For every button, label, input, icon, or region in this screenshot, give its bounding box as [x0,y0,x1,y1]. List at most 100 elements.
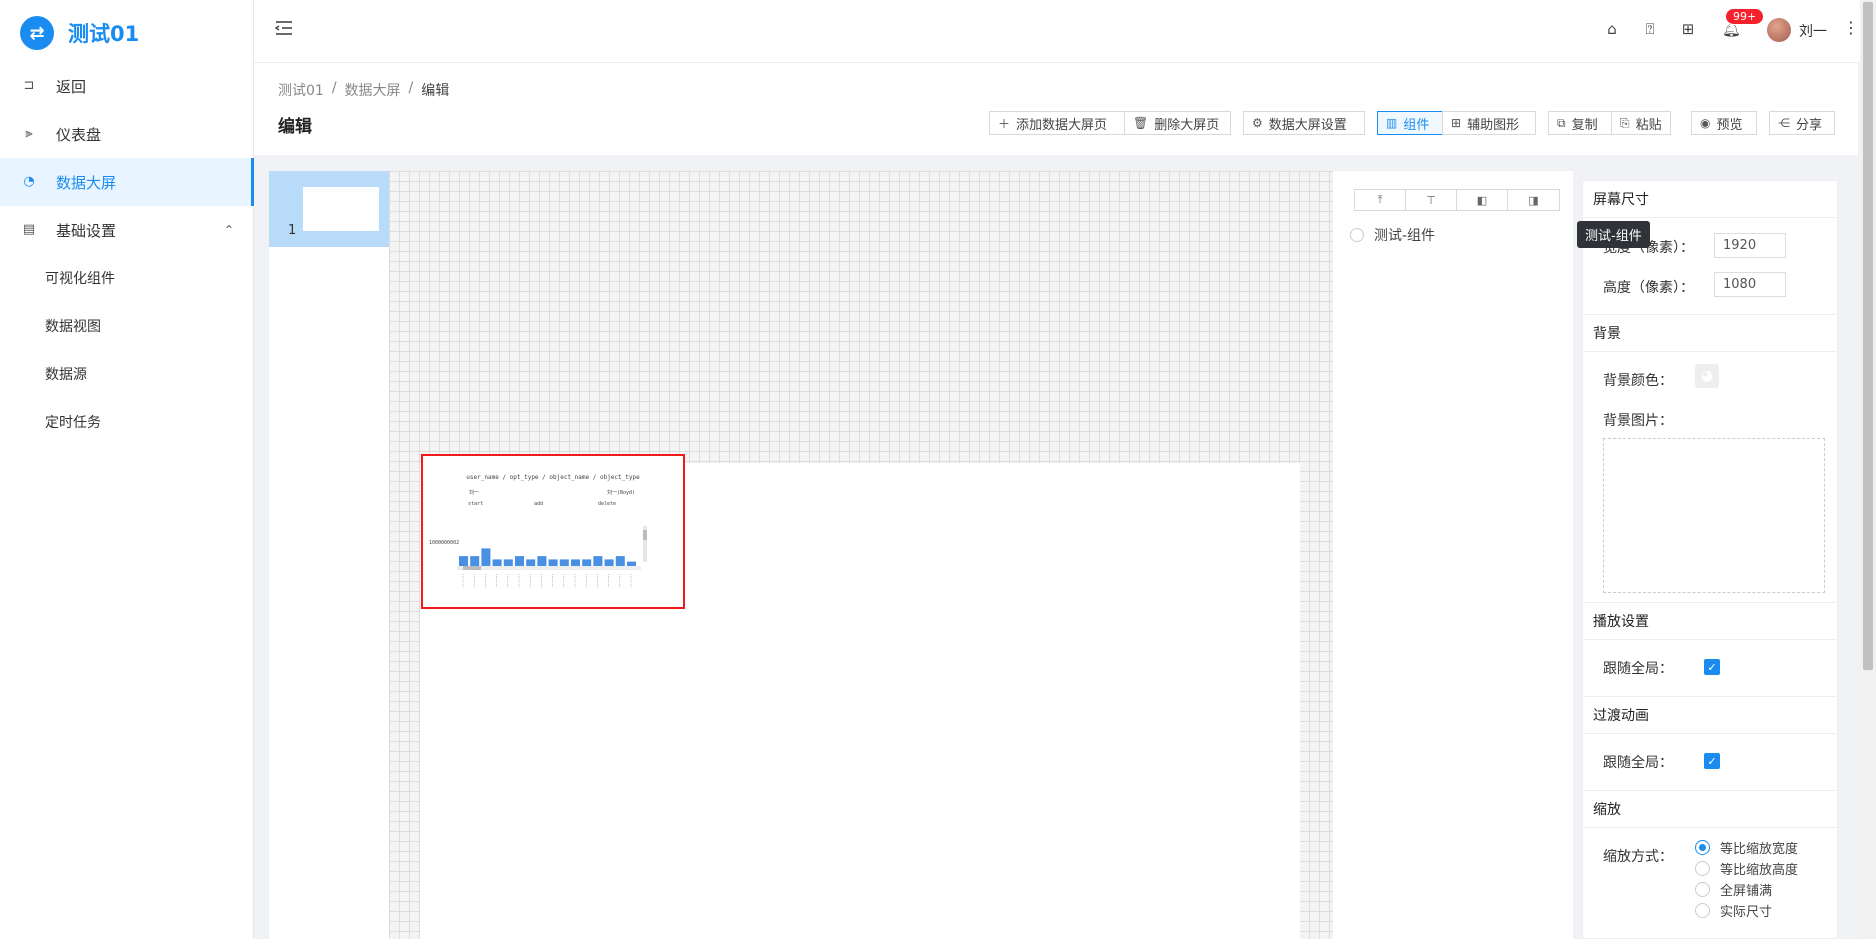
app-title: 测试01 [68,22,140,46]
breadcrumb: 测试01 / 数据大屏 / 编辑 [278,80,449,100]
layer-radio[interactable] [1350,228,1364,242]
sidebar-item-label: 数据大屏 [56,173,117,192]
bar [481,548,491,566]
bring-forward-icon[interactable]: ◧ [1457,190,1508,210]
button-label: 预览 [1716,117,1743,133]
button-label: 复制 [1571,117,1598,133]
layer-tooltip: 测试-组件 [1577,221,1650,248]
bar [615,556,625,566]
sidebar-item-back[interactable]: ⊐ 返回 [0,62,254,110]
zoom-option[interactable]: 实际尺寸 [1695,901,1772,920]
add-page-button[interactable]: ＋ 添加数据大屏页 [989,111,1125,135]
sidebar-subitem-label: 可视化组件 [45,271,115,287]
section-title: 背景 [1593,326,1621,342]
section-background: 背景 [1582,314,1838,352]
height-label: 高度（像素）： [1603,280,1694,296]
copy-button[interactable]: ⧉ 复制 [1548,111,1612,135]
zoom-option[interactable]: 等比缩放宽度 [1695,838,1798,857]
apps-grid-icon[interactable]: ⊞ [1679,20,1697,38]
dashboard-icon: ⫸ [25,126,33,141]
sidebar-subitem-data-sources[interactable]: 数据源 [0,350,254,398]
zoom-option[interactable]: 等比缩放高度 [1695,859,1798,878]
username[interactable]: 刘一 [1799,21,1827,41]
layer-item[interactable]: 测试-组件 [1350,225,1435,245]
zoom-option-label: 全屏铺满 [1720,884,1773,899]
layer-align-toolbar: ⤒ ⊤ ◧ ◨ [1354,189,1560,211]
sidebar-item-data-screen[interactable]: ◔ 数据大屏 [0,158,254,206]
layer-item-label: 测试-组件 [1374,228,1436,244]
grid-icon: ⊞ [1451,116,1462,130]
bg-image-upload[interactable] [1603,438,1825,593]
move-top-icon[interactable]: ⤒ [1355,190,1406,210]
component-button[interactable]: ▥ 组件 [1377,111,1443,135]
check-icon: ✓ [1707,754,1717,768]
follow-global-label: 跟随全局： [1603,755,1673,771]
sidebar-subitem-scheduled-tasks[interactable]: 定时任务 [0,398,254,446]
radio[interactable] [1695,903,1710,918]
move-up-icon[interactable]: ⊤ [1406,190,1457,210]
color-picker[interactable]: ◕ [1695,364,1719,388]
section-screen-size: 屏幕尺寸 [1582,180,1838,218]
widget-group-label: 刘一 [469,490,480,496]
section-transition: 过渡动画 [1582,696,1838,734]
button-label: 分享 [1796,117,1823,133]
bar [503,559,513,566]
breadcrumb-item[interactable]: 测试01 [278,80,324,100]
button-label: 辅助图形 [1467,117,1520,133]
preview-button[interactable]: ◉ 预览 [1691,111,1757,135]
more-vertical-icon[interactable]: ⋮ [1843,18,1859,37]
sidebar-subitem-label: 数据视图 [45,319,101,335]
aux-shape-button[interactable]: ⊞ 辅助图形 [1442,111,1536,135]
section-playback: 播放设置 [1582,602,1838,640]
zoom-option[interactable]: 全屏铺满 [1695,880,1772,899]
plus-icon: ＋ [998,116,1011,131]
breadcrumb-item[interactable]: 数据大屏 [345,80,401,100]
section-title: 屏幕尺寸 [1593,192,1649,208]
send-backward-icon[interactable]: ◨ [1508,190,1559,210]
scrollbar-thumb[interactable] [1863,2,1873,670]
app-logo[interactable]: ⇄ 测试01 [20,16,139,50]
paste-button[interactable]: ⎘ 粘贴 [1611,111,1671,135]
palette-icon: ◕ [1700,368,1714,384]
width-input[interactable]: 1920 [1714,233,1786,258]
share-button[interactable]: ⋲ 分享 [1769,111,1835,135]
help-icon[interactable]: ⍰ [1641,20,1659,38]
radio[interactable] [1695,882,1710,897]
trash-icon: 🗑︎ [1133,116,1149,130]
page-thumbnail[interactable]: 1 [269,171,389,247]
radio[interactable] [1695,840,1710,855]
layers-panel [1333,171,1573,939]
sidebar-item-dashboard[interactable]: ⫸ 仪表盘 [0,110,254,158]
delete-page-button[interactable]: 🗑︎ 删除大屏页 [1124,111,1231,135]
share-icon: ⋲ [1778,116,1790,130]
section-zoom: 缩放 [1582,790,1838,828]
section-title: 播放设置 [1593,614,1649,630]
home-icon[interactable]: ⌂ [1603,20,1621,38]
screen-settings-button[interactable]: ⚙ 数据大屏设置 [1243,111,1365,135]
sidebar-subitem-visual-components[interactable]: 可视化组件 [0,254,254,302]
bar [604,559,614,566]
button-label: 删除大屏页 [1154,117,1220,133]
sidebar-subitem-data-views[interactable]: 数据视图 [0,302,254,350]
chart-widget[interactable]: user_name / opt_type / object_name / obj… [421,454,685,609]
sidebar: ⇄ 测试01 ⊐ 返回 ⫸ 仪表盘 ◔ 数据大屏 ▤ 基础设置 ⌃ 可视化组件 … [0,0,254,939]
page-thumbnails: 1 [269,171,389,939]
height-input[interactable]: 1080 [1714,272,1786,297]
follow-global-label: 跟随全局： [1603,661,1673,677]
playback-follow-checkbox[interactable]: ✓ [1704,659,1720,675]
widget-group-label: 刘一(Boyd) [607,490,636,496]
button-label: 添加数据大屏页 [1016,117,1108,133]
pie-chart-icon: ◔ [23,174,35,189]
bar-chart-icon: ▥ [1386,116,1398,130]
radio[interactable] [1695,861,1710,876]
avatar[interactable] [1767,18,1791,42]
section-title: 过渡动画 [1593,708,1649,724]
menu-fold-icon[interactable] [274,18,294,38]
sidebar-item-basic-settings[interactable]: ▤ 基础设置 ⌃ [0,206,254,254]
gear-icon: ⚙ [1252,116,1263,130]
bar [459,556,468,566]
sidebar-item-label: 返回 [56,77,87,96]
transition-follow-checkbox[interactable]: ✓ [1704,753,1720,769]
page-header [254,63,1858,155]
notification-badge: 99+ [1725,8,1765,25]
